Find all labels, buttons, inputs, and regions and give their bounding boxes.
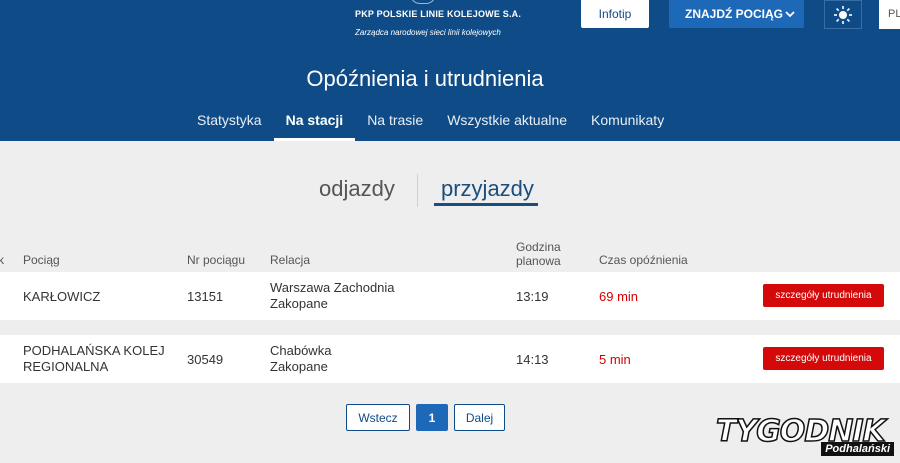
route-to: Zakopane bbox=[270, 296, 328, 311]
route: Chabówka Zakopane bbox=[270, 343, 331, 375]
infotip-button[interactable]: Infotip bbox=[581, 0, 649, 28]
watermark-subtitle: Podhalański bbox=[821, 442, 894, 456]
page-title: Opóźnienia i utrudnienia bbox=[306, 66, 544, 91]
tab-komunikaty[interactable]: Komunikaty bbox=[579, 112, 676, 141]
arrivals-active-indicator bbox=[434, 203, 538, 206]
train-name-line1: PODHALAŃSKA KOLEJ bbox=[23, 343, 165, 358]
column-header-delay: Czas opóźnienia bbox=[599, 253, 688, 267]
route-from: Chabówka bbox=[270, 343, 332, 358]
logo-subtitle: Zarządca narodowej sieci linii kolejowyc… bbox=[355, 28, 501, 37]
column-header-time-line1: Godzina bbox=[516, 240, 561, 254]
find-train-button[interactable]: ZNAJDŹ POCIĄG bbox=[669, 0, 804, 28]
logo-emblem-icon bbox=[410, 0, 436, 4]
theme-toggle-button[interactable] bbox=[824, 0, 862, 29]
pagination-next-button[interactable]: Dalej bbox=[454, 404, 505, 431]
column-header-cut: k bbox=[0, 253, 4, 267]
train-number: 13151 bbox=[187, 289, 224, 304]
scheduled-time: 13:19 bbox=[516, 289, 549, 304]
tab-na-trasie[interactable]: Na trasie bbox=[355, 112, 435, 141]
section-tabs: Statystyka Na stacji Na trasie Wszystkie… bbox=[185, 112, 676, 141]
column-header-route: Relacja bbox=[270, 253, 311, 267]
column-header-number: Nr pociągu bbox=[187, 253, 246, 267]
tab-wszystkie-aktualne[interactable]: Wszystkie aktualne bbox=[435, 112, 579, 141]
logo-text: PKP POLSKIE LINIE KOLEJOWE S.A. bbox=[355, 9, 522, 19]
arrivals-toggle[interactable]: przyjazdy bbox=[441, 176, 534, 202]
table-row: PODHALAŃSKA KOLEJ REGIONALNA 30549 Chabó… bbox=[0, 335, 900, 383]
tab-statystyka[interactable]: Statystyka bbox=[185, 112, 274, 141]
column-header-train: Pociąg bbox=[23, 253, 60, 267]
tab-na-stacji[interactable]: Na stacji bbox=[273, 112, 356, 141]
delay-value: 5 min bbox=[599, 352, 631, 367]
sun-icon bbox=[834, 5, 852, 24]
pagination-page-current[interactable]: 1 bbox=[416, 404, 448, 431]
departures-toggle[interactable]: odjazdy bbox=[319, 176, 395, 202]
table-row: KARŁOWICZ 13151 Warszawa Zachodnia Zakop… bbox=[0, 272, 900, 320]
column-header-time: Godzina planowa bbox=[516, 240, 561, 268]
route: Warszawa Zachodnia Zakopane bbox=[270, 280, 395, 312]
train-name-line2: REGIONALNA bbox=[23, 359, 109, 374]
disruption-details-button[interactable]: szczegóły utrudnienia bbox=[763, 284, 884, 307]
delay-value: 69 min bbox=[599, 289, 639, 304]
find-train-label: ZNAJDŹ POCIĄG bbox=[685, 7, 784, 21]
route-from: Warszawa Zachodnia bbox=[270, 280, 395, 295]
train-name: KARŁOWICZ bbox=[23, 289, 101, 304]
train-number: 30549 bbox=[187, 352, 224, 367]
tygodnik-watermark: TYGODNIK Podhalański bbox=[715, 413, 898, 463]
column-header-time-line2: planowa bbox=[516, 254, 561, 268]
toggle-divider bbox=[417, 174, 418, 207]
train-name: PODHALAŃSKA KOLEJ REGIONALNA bbox=[23, 343, 165, 375]
scheduled-time: 14:13 bbox=[516, 352, 549, 367]
site-header: PKP POLSKIE LINIE KOLEJOWE S.A. Zarządca… bbox=[0, 0, 900, 141]
pkp-logo[interactable]: PKP POLSKIE LINIE KOLEJOWE S.A. Zarządca… bbox=[340, 0, 521, 40]
disruption-details-button[interactable]: szczegóły utrudnienia bbox=[763, 347, 884, 370]
language-selector[interactable]: PL bbox=[879, 0, 900, 29]
chevron-down-icon bbox=[785, 11, 795, 18]
route-to: Zakopane bbox=[270, 359, 328, 374]
pagination-prev-button[interactable]: Wstecz bbox=[346, 404, 410, 431]
